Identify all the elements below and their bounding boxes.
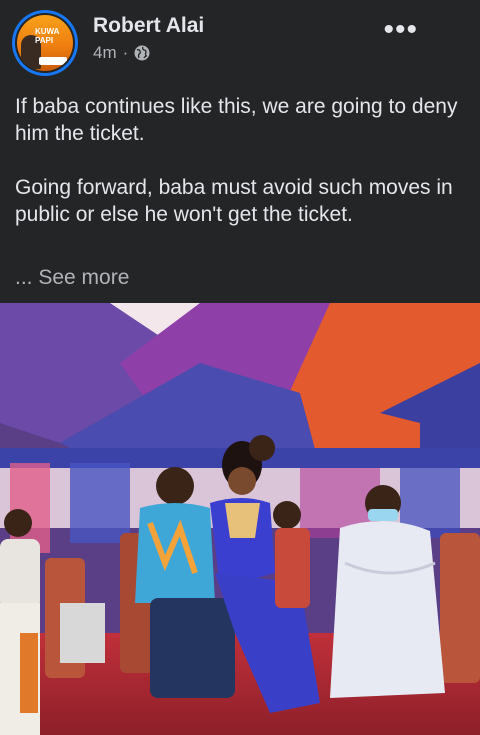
avatar-lettering: KUWA PAPI (35, 27, 60, 45)
more-options-button[interactable]: ••• (383, 15, 418, 45)
avatar[interactable]: KUWA PAPI (12, 10, 78, 76)
author-name[interactable]: Robert Alai (93, 14, 204, 38)
post-paragraph: If baba continues like this, we are goin… (15, 95, 458, 145)
post-photo[interactable] (0, 303, 480, 735)
post-paragraph: Going forward, baba must avoid such move… (15, 176, 453, 226)
event-photo (0, 303, 480, 735)
post-meta: 4m · (93, 43, 150, 63)
post-header: KUWA PAPI Robert Alai 4m · ••• (0, 0, 480, 80)
avatar-photo: KUWA PAPI (17, 15, 73, 71)
meta-separator: · (122, 43, 129, 62)
feed-post: KUWA PAPI Robert Alai 4m · ••• If baba co… (0, 0, 480, 735)
see-more-link[interactable]: ... See more (15, 266, 129, 290)
timestamp[interactable]: 4m (93, 43, 117, 63)
post-text: If baba continues like this, we are goin… (15, 93, 470, 228)
globe-icon (134, 45, 150, 61)
